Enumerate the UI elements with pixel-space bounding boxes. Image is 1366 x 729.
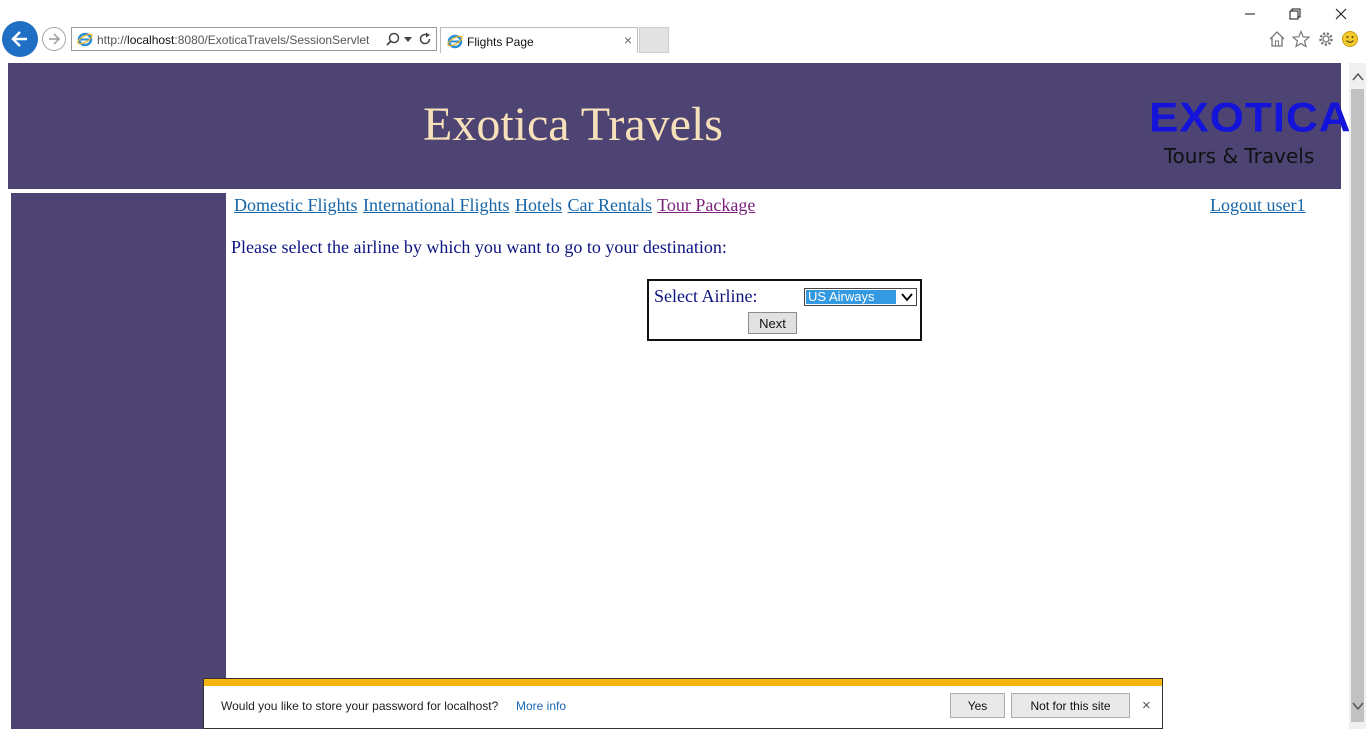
refresh-icon[interactable]: [418, 31, 432, 47]
tab-flights-page[interactable]: Flights Page ×: [440, 27, 638, 53]
not-for-this-site-button[interactable]: Not for this site: [1011, 693, 1130, 718]
back-button[interactable]: [2, 21, 38, 57]
next-button[interactable]: Next: [748, 312, 797, 334]
nav-link-hotels[interactable]: Hotels: [515, 195, 562, 215]
address-bar[interactable]: http://localhost:8080/ExoticaTravels/Ses…: [71, 27, 437, 51]
airline-select-value: US Airways: [806, 290, 896, 304]
main-nav: Domestic Flights International Flights H…: [234, 195, 756, 216]
scrollbar-thumb[interactable]: [1351, 89, 1364, 722]
logout-link[interactable]: Logout user1: [1210, 195, 1305, 216]
chevron-down-icon: [899, 290, 915, 304]
dropdown-icon[interactable]: [403, 31, 413, 47]
nav-link-tour-package[interactable]: Tour Package: [657, 195, 755, 215]
tab-title: Flights Page: [467, 35, 534, 49]
vertical-scrollbar[interactable]: [1349, 63, 1366, 729]
nav-link-domestic-flights[interactable]: Domestic Flights: [234, 195, 358, 215]
restore-icon[interactable]: [1280, 4, 1310, 24]
select-airline-label: Select Airline:: [654, 286, 758, 306]
search-icon[interactable]: [386, 31, 400, 47]
logo: EXOTICA Tours & Travels: [1149, 94, 1352, 168]
left-sidebar: [11, 193, 226, 729]
forward-arrow-icon: [49, 33, 61, 45]
close-icon[interactable]: [1326, 4, 1356, 24]
site-header: Exotica Travels EXOTICA Tours & Travels: [8, 63, 1352, 189]
more-info-link[interactable]: More info: [516, 699, 566, 713]
yes-button[interactable]: Yes: [950, 693, 1005, 718]
back-arrow-icon: [11, 31, 27, 47]
scroll-up-icon[interactable]: [1349, 67, 1366, 87]
smiley-feedback-icon[interactable]: [1340, 29, 1360, 49]
logo-word: EXOTICA: [1149, 94, 1352, 141]
minimize-icon[interactable]: [1235, 4, 1265, 24]
scroll-down-icon[interactable]: [1349, 696, 1366, 716]
home-icon[interactable]: [1267, 29, 1287, 49]
notification-message: Would you like to store your password fo…: [221, 699, 499, 713]
url-text[interactable]: http://localhost:8080/ExoticaTravels/Ses…: [97, 33, 369, 47]
notification-stripe: [204, 679, 1162, 686]
notification-close-icon[interactable]: ×: [1142, 697, 1151, 714]
nav-link-international-flights[interactable]: International Flights: [363, 195, 509, 215]
airline-select[interactable]: US Airways: [804, 288, 917, 306]
favorites-star-icon[interactable]: [1291, 29, 1311, 49]
airline-form: Select Airline: US Airways Next: [647, 279, 922, 341]
save-password-notification: Would you like to store your password fo…: [203, 678, 1163, 729]
ie-logo-icon: [77, 32, 93, 47]
new-tab-button[interactable]: [639, 27, 669, 53]
browser-chrome: http://localhost:8080/ExoticaTravels/Ses…: [0, 0, 1366, 62]
ie-logo-icon: [447, 34, 463, 49]
nav-link-car-rentals[interactable]: Car Rentals: [568, 195, 652, 215]
forward-button[interactable]: [42, 27, 66, 51]
settings-gear-icon[interactable]: [1316, 29, 1336, 49]
tab-close-icon[interactable]: ×: [624, 32, 632, 48]
logo-tagline: Tours & Travels: [1163, 144, 1315, 168]
airline-prompt: Please select the airline by which you w…: [231, 237, 727, 257]
site-title: Exotica Travels: [423, 98, 723, 151]
